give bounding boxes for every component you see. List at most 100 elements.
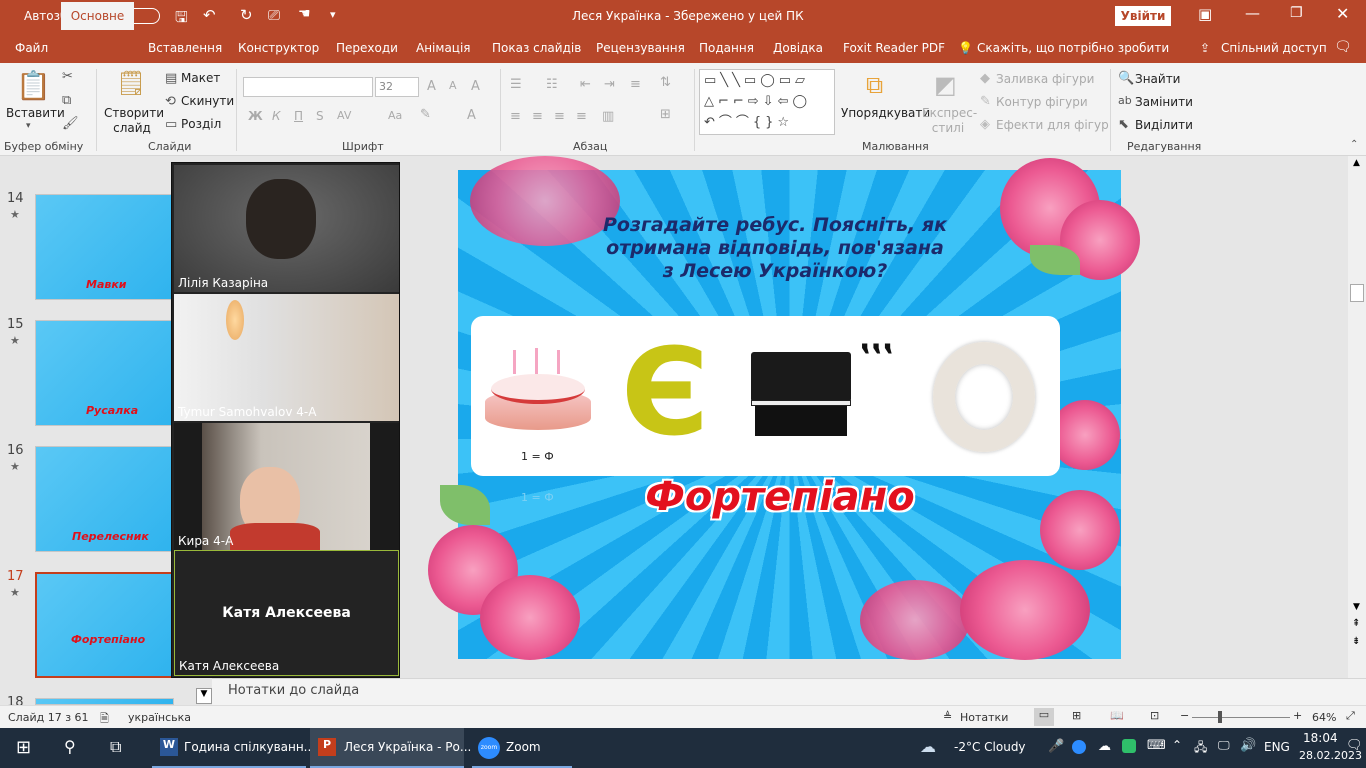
display-icon[interactable]: 🖵 bbox=[1218, 738, 1230, 753]
tab-view[interactable]: Подання bbox=[699, 41, 754, 55]
redo-icon[interactable]: ↻ bbox=[240, 6, 253, 24]
normal-view-icon[interactable]: ▭ bbox=[1034, 708, 1054, 726]
scroll-thumb[interactable] bbox=[1350, 284, 1364, 302]
select-icon[interactable]: ⬉ bbox=[1118, 117, 1129, 132]
weather-text[interactable]: -2°C Cloudy bbox=[954, 740, 1026, 754]
select-button[interactable]: Виділити bbox=[1135, 118, 1193, 132]
video-tile[interactable]: Кира 4-А bbox=[174, 423, 399, 550]
underline-button[interactable]: П bbox=[294, 109, 303, 123]
change-case-icon[interactable]: Aa bbox=[388, 109, 402, 122]
font-size-combo[interactable]: 32 bbox=[375, 77, 419, 97]
share-icon[interactable]: ⇪ bbox=[1200, 41, 1210, 55]
columns-icon[interactable]: ▥ bbox=[602, 109, 614, 124]
shape-outline-button[interactable]: Контур фігури bbox=[996, 95, 1088, 109]
slide-thumbnail-15[interactable]: Русалка bbox=[35, 320, 174, 426]
maximize-icon[interactable]: ❐ bbox=[1290, 5, 1303, 21]
slide-thumbnail-14[interactable]: Мавки bbox=[35, 194, 174, 300]
panel-collapse-icon[interactable]: ▼ bbox=[196, 688, 212, 704]
touch-mode-icon[interactable]: ☚ bbox=[298, 6, 311, 22]
slide-thumbnail-18[interactable] bbox=[35, 698, 174, 705]
shape-effects-icon[interactable]: ◈ bbox=[980, 117, 990, 132]
notes-icon[interactable]: ≜ bbox=[943, 710, 952, 723]
active-speaker-tile[interactable]: Катя Алексеева Катя Алексеева bbox=[174, 550, 399, 676]
tab-transitions[interactable]: Переходи bbox=[336, 41, 398, 55]
zoom-slider-thumb[interactable] bbox=[1218, 711, 1222, 723]
zoom-in-icon[interactable]: + bbox=[1293, 709, 1302, 722]
justify-icon[interactable]: ≡ bbox=[576, 109, 587, 124]
slide-question[interactable]: Розгадайте ребус. Поясніть, як отримана … bbox=[600, 214, 950, 283]
clear-format-icon[interactable]: A bbox=[471, 79, 480, 94]
shape-outline-icon[interactable]: ✎ bbox=[980, 94, 991, 109]
section-icon[interactable]: ▭ bbox=[165, 117, 177, 132]
align-right-icon[interactable]: ≡ bbox=[554, 109, 565, 124]
shape-effects-button[interactable]: Ефекти для фігур bbox=[996, 118, 1109, 132]
rebus-card[interactable]: 1 = Ф Є ,,, bbox=[471, 316, 1060, 476]
green-tray-icon[interactable] bbox=[1122, 739, 1136, 753]
tab-foxit[interactable]: Foxit Reader PDF bbox=[843, 41, 945, 55]
reading-view-icon[interactable]: 📖 bbox=[1110, 709, 1124, 722]
volume-icon[interactable]: 🔊 bbox=[1240, 738, 1256, 753]
language-indicator[interactable]: ENG bbox=[1264, 740, 1290, 754]
minimize-icon[interactable]: — bbox=[1245, 4, 1260, 22]
search-icon[interactable]: ⚲ bbox=[64, 737, 76, 756]
sign-in-button[interactable]: Увійти bbox=[1115, 6, 1171, 26]
taskbar-app-zoom[interactable]: zoom Zoom bbox=[472, 728, 572, 768]
windows-start-icon[interactable]: ⊞ bbox=[16, 737, 31, 758]
onedrive-icon[interactable]: ☁ bbox=[1098, 739, 1111, 754]
paste-button[interactable]: Вставити bbox=[6, 106, 65, 120]
slide-thumbnail-16[interactable]: Перелесник bbox=[35, 446, 174, 552]
tab-animations[interactable]: Анімація bbox=[416, 41, 471, 55]
find-button[interactable]: Знайти bbox=[1135, 72, 1180, 86]
microphone-icon[interactable]: 🎤 bbox=[1048, 739, 1064, 754]
section-button[interactable]: Розділ bbox=[181, 117, 221, 131]
share-button[interactable]: Спільний доступ bbox=[1221, 41, 1327, 55]
decrease-indent-icon[interactable]: ⇤ bbox=[580, 77, 591, 92]
zoom-level[interactable]: 64% bbox=[1312, 711, 1336, 724]
zoom-out-icon[interactable]: − bbox=[1180, 709, 1189, 722]
ribbon-display-icon[interactable]: ▣ bbox=[1198, 5, 1212, 23]
next-slide-icon[interactable]: ⇟ bbox=[1352, 636, 1360, 647]
align-left-icon[interactable]: ≡ bbox=[510, 109, 521, 124]
zoom-tray-icon[interactable] bbox=[1072, 740, 1086, 754]
shape-fill-button[interactable]: Заливка фігури bbox=[996, 72, 1094, 86]
tab-file[interactable]: Файл bbox=[15, 41, 48, 55]
video-tile[interactable]: Tymur Samohvalov 4-А bbox=[174, 294, 399, 421]
fit-slide-icon[interactable]: ⤢ bbox=[1346, 709, 1355, 723]
numbering-icon[interactable]: ☷ bbox=[546, 77, 558, 92]
taskbar-app-word[interactable]: W Година спілкуванн... bbox=[152, 728, 315, 768]
strikethrough-button[interactable]: S bbox=[316, 109, 324, 123]
find-icon[interactable]: 🔍 bbox=[1118, 71, 1134, 86]
slide-scrollbar[interactable]: ▲ ▼ ⇞ ⇟ bbox=[1348, 156, 1366, 678]
tab-insert[interactable]: Вставлення bbox=[148, 41, 222, 55]
slide-thumbnail-17-selected[interactable]: Фортепіано bbox=[35, 572, 174, 678]
clock-time[interactable]: 18:04 bbox=[1303, 731, 1338, 745]
cut-icon[interactable]: ✂ bbox=[62, 69, 73, 84]
tell-me-box[interactable]: Скажіть, що потрібно зробити bbox=[977, 41, 1169, 55]
notes-toggle-button[interactable]: Нотатки bbox=[960, 711, 1008, 724]
copy-icon[interactable]: ⧉ bbox=[62, 93, 71, 108]
italic-button[interactable]: К bbox=[272, 109, 281, 123]
reset-icon[interactable]: ⟲ bbox=[165, 94, 176, 109]
tray-app-icon[interactable]: ⌨ bbox=[1147, 738, 1166, 753]
comments-icon[interactable]: 🗨 bbox=[1334, 39, 1352, 55]
reset-button[interactable]: Скинути bbox=[181, 94, 234, 108]
arrange-button[interactable]: Упорядкувати bbox=[841, 106, 930, 120]
increase-indent-icon[interactable]: ⇥ bbox=[604, 77, 615, 92]
prev-slide-icon[interactable]: ⇞ bbox=[1352, 618, 1360, 629]
tab-slideshow[interactable]: Показ слайдів bbox=[492, 41, 581, 55]
paste-dropdown-icon[interactable]: ▾ bbox=[26, 121, 31, 131]
close-icon[interactable]: ✕ bbox=[1336, 4, 1349, 23]
decrease-font-icon[interactable]: A bbox=[449, 79, 457, 92]
line-spacing-icon[interactable]: ≡ bbox=[630, 77, 641, 92]
text-direction-icon[interactable]: ⇅ bbox=[660, 75, 671, 90]
slide-answer[interactable]: Фортепіано bbox=[600, 474, 960, 520]
smartart-icon[interactable]: ⊞ bbox=[660, 107, 671, 122]
tab-home[interactable]: Основне bbox=[61, 2, 134, 30]
font-color-icon[interactable]: A bbox=[467, 108, 476, 123]
scroll-down-icon[interactable]: ▼ bbox=[1353, 602, 1360, 612]
layout-icon[interactable]: ▤ bbox=[165, 71, 177, 86]
present-icon[interactable]: ⎚ bbox=[268, 6, 280, 24]
new-slide-icon[interactable]: 🗒 bbox=[116, 69, 146, 97]
taskbar-app-powerpoint[interactable]: P Леся Українка - Ро... bbox=[310, 728, 471, 768]
increase-font-icon[interactable]: A bbox=[427, 79, 436, 94]
